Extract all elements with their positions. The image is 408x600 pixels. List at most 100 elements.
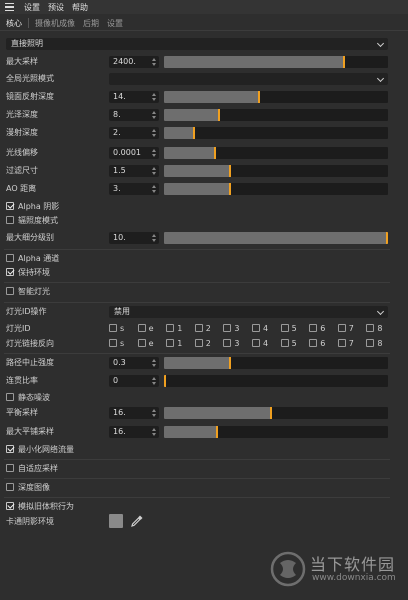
light-id-checkbox-5[interactable]: [280, 324, 289, 332]
section-divider: [4, 302, 390, 303]
menu-settings[interactable]: 设置: [24, 2, 40, 13]
menu-help[interactable]: 帮助: [72, 2, 88, 13]
spinner-icon[interactable]: [151, 233, 157, 243]
spinner-icon[interactable]: [151, 92, 157, 102]
eyedropper-icon[interactable]: [129, 513, 145, 529]
slider-fill: [164, 183, 232, 195]
light-link-invert-checkbox-4[interactable]: [252, 339, 260, 347]
light-link-invert-checkbox-3[interactable]: [223, 339, 232, 347]
light-link-invert-checkbox-s[interactable]: [109, 339, 117, 347]
irradiance-mode-row: 辐照度模式: [0, 214, 408, 228]
spinner-icon[interactable]: [151, 110, 157, 120]
spinner-icon[interactable]: [151, 427, 157, 437]
filter-size-slider[interactable]: [164, 165, 388, 177]
spinner-icon[interactable]: [151, 148, 157, 158]
max-samples-value: 2400.: [113, 57, 136, 66]
max-samples-input[interactable]: 2400.: [109, 56, 159, 68]
menu-presets[interactable]: 预设: [48, 2, 64, 13]
hamburger-menu-icon[interactable]: [2, 0, 16, 14]
toon-shadow-color-swatch[interactable]: [109, 514, 123, 528]
ray-epsilon-input[interactable]: 0.0001: [109, 147, 159, 159]
specular-depth-slider[interactable]: [164, 91, 388, 103]
tab-bar: 核心 摄像机成像 后期 设置: [0, 16, 408, 31]
section-divider: [4, 353, 390, 354]
parallel-samples-input[interactable]: 16.: [109, 407, 159, 419]
spinner-icon[interactable]: [151, 184, 157, 194]
coherent-ratio-slider[interactable]: [164, 375, 388, 387]
parallel-samples-slider[interactable]: [164, 407, 388, 419]
max-tile-samples-input[interactable]: 16.: [109, 426, 159, 438]
specular-depth-input[interactable]: 14.: [109, 91, 159, 103]
spinner-icon[interactable]: [151, 57, 157, 67]
spinner-icon[interactable]: [151, 128, 157, 138]
legacy-volume-checkbox[interactable]: [6, 502, 14, 510]
light-id-checkbox-8[interactable]: [366, 324, 375, 332]
light-id-checkbox-e[interactable]: [137, 324, 146, 332]
spinner-icon[interactable]: [151, 408, 157, 418]
tab-settings[interactable]: 设置: [105, 18, 129, 29]
light-id-option-label: 3: [234, 324, 240, 333]
chevron-down-icon: [376, 39, 385, 48]
diffuse-depth-input[interactable]: 2.: [109, 127, 159, 139]
smart-light-checkbox[interactable]: [6, 287, 14, 295]
light-id-checkbox-1[interactable]: [166, 324, 175, 332]
keep-environment-checkbox[interactable]: [6, 268, 14, 276]
spinner-icon[interactable]: [151, 376, 157, 386]
light-id-checkbox-s[interactable]: [109, 324, 117, 332]
ao-distance-input[interactable]: 3.: [109, 183, 159, 195]
light-id-checkbox-4[interactable]: [252, 324, 260, 332]
min-net-trace-checkbox[interactable]: [6, 445, 14, 453]
irradiance-mode-checkbox[interactable]: [6, 216, 14, 224]
max-subdivision-input[interactable]: 10.: [109, 232, 159, 244]
watermark-logo: 当下软件园 www.downxia.com: [270, 545, 396, 595]
light-link-invert-checkbox-8[interactable]: [366, 339, 375, 347]
ao-distance-slider[interactable]: [164, 183, 388, 195]
spinner-icon[interactable]: [151, 358, 157, 368]
max-subdivision-slider[interactable]: [164, 232, 388, 244]
light-id-checkbox-7[interactable]: [337, 324, 346, 332]
max-samples-row: 最大采样 2400.: [0, 55, 408, 69]
light-id-checkbox-2[interactable]: [194, 324, 203, 332]
min-net-trace-row: 最小化网络流量: [0, 443, 408, 457]
alpha-shadow-checkbox[interactable]: [6, 202, 14, 210]
keep-environment-row: 保持环境: [0, 266, 408, 280]
light-link-invert-option-label: 4: [263, 339, 269, 348]
light-id-checkbox-3[interactable]: [223, 324, 232, 332]
light-link-invert-checkbox-7[interactable]: [337, 339, 346, 347]
coherent-ratio-label: 连贯比率: [6, 376, 38, 385]
alpha-channel-checkbox[interactable]: [6, 254, 14, 262]
tab-camera-imager[interactable]: 摄像机成像: [33, 18, 81, 29]
toon-shadow-row: 卡通阴影环境: [0, 515, 408, 529]
filter-size-input[interactable]: 1.5: [109, 165, 159, 177]
kernel-type-select[interactable]: 直接照明: [6, 38, 388, 50]
ray-epsilon-slider[interactable]: [164, 147, 388, 159]
light-link-invert-checkbox-1[interactable]: [166, 339, 175, 347]
glossy-depth-input[interactable]: 8.: [109, 109, 159, 121]
parallel-samples-label: 平衡采样: [6, 408, 38, 417]
light-link-invert-checkbox-2[interactable]: [194, 339, 203, 347]
light-link-invert-checkbox-5[interactable]: [280, 339, 289, 347]
ao-distance-label: AO 距离: [6, 184, 37, 193]
path-termination-input[interactable]: 0.3: [109, 357, 159, 369]
tab-core[interactable]: 核心: [4, 18, 28, 29]
deep-image-checkbox[interactable]: [6, 483, 14, 491]
gi-mode-select[interactable]: [109, 73, 388, 85]
diffuse-depth-slider[interactable]: [164, 127, 388, 139]
max-tile-samples-slider[interactable]: [164, 426, 388, 438]
slider-fill: [164, 91, 261, 103]
light-link-invert-checkbox-6[interactable]: [309, 339, 318, 347]
max-samples-slider[interactable]: [164, 56, 388, 68]
static-noise-checkbox[interactable]: [6, 393, 14, 401]
spinner-icon[interactable]: [151, 166, 157, 176]
keep-environment-label: 保持环境: [18, 268, 50, 277]
light-link-invert-checkbox-e[interactable]: [137, 339, 146, 347]
light-id-action-select[interactable]: 禁用: [109, 306, 388, 318]
adaptive-sampling-checkbox[interactable]: [6, 464, 14, 472]
path-termination-slider[interactable]: [164, 357, 388, 369]
ao-distance-value: 3.: [113, 184, 121, 193]
light-id-checkbox-6[interactable]: [309, 324, 318, 332]
glossy-depth-slider[interactable]: [164, 109, 388, 121]
light-link-invert-row: 灯光链接反向 s e 1 2 3 4 5 6 7 8: [0, 337, 408, 351]
coherent-ratio-input[interactable]: 0: [109, 375, 159, 387]
tab-post[interactable]: 后期: [81, 18, 105, 29]
